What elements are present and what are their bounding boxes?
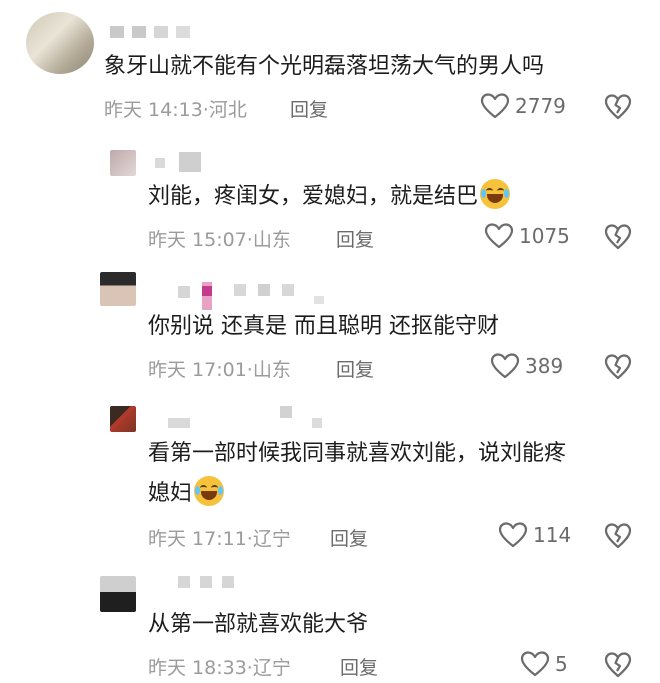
dislike-button[interactable] (604, 651, 632, 683)
dislike-button[interactable] (604, 93, 632, 125)
username[interactable] (155, 152, 215, 172)
avatar[interactable] (110, 150, 136, 176)
comment-location: 辽宁 (252, 528, 291, 550)
like-count: 5 (555, 652, 568, 676)
dislike-button[interactable] (604, 522, 632, 554)
comment-time: 昨天 14:13 (104, 99, 203, 121)
comment-location: 山东 (252, 359, 291, 381)
comment-meta: 昨天 17:11·辽宁 (148, 524, 291, 551)
avatar[interactable] (110, 406, 136, 432)
broken-heart-icon (604, 522, 632, 550)
broken-heart-icon (604, 353, 632, 381)
comment-meta: 昨天 17:01·山东 (148, 355, 291, 382)
comment-location: 河北 (208, 99, 247, 121)
laugh-cry-emoji (480, 179, 511, 209)
reply-item: 刘能，疼闺女，爱媳妇，就是结巴 昨天 15:07·山东 回复 1075 (0, 130, 660, 260)
comment-text-line1: 看第一部时候我同事就喜欢刘能，说刘能疼 (148, 441, 567, 466)
like-count: 1075 (519, 224, 570, 248)
comment-item: 象牙山就不能有个光明磊落坦荡大气的男人吗 昨天 14:13·河北 回复 2779 (0, 0, 660, 130)
reply-item: 看第一部时候我同事就喜欢刘能，说刘能疼 媳妇 昨天 17:11·辽宁 回复 11… (0, 390, 660, 570)
heart-outline-icon (490, 352, 520, 380)
comment-meta: 昨天 15:07·山东 (148, 225, 291, 252)
comment-location: 山东 (252, 229, 291, 251)
comment-time: 昨天 17:01 (148, 359, 247, 381)
reply-item: 从第一部就喜欢能大爷 昨天 18:33·辽宁 回复 5 (0, 570, 660, 679)
comment-time: 昨天 17:11 (148, 528, 247, 550)
like-button[interactable]: 114 (498, 521, 571, 549)
reply-button[interactable]: 回复 (336, 225, 374, 252)
laugh-cry-emoji (194, 476, 225, 506)
comment-meta: 昨天 14:13·河北 (104, 95, 247, 122)
comment-text-line2: 媳妇 (148, 481, 193, 506)
username[interactable] (178, 576, 238, 590)
dislike-button[interactable] (604, 353, 632, 385)
comment-time: 昨天 18:33 (148, 657, 247, 679)
username[interactable] (168, 404, 328, 434)
reply-item: 你别说 还真是 而且聪明 还抠能守财 昨天 17:01·山东 回复 389 (0, 260, 660, 390)
heart-outline-icon (498, 521, 528, 549)
heart-outline-icon (484, 222, 514, 250)
like-button[interactable]: 2779 (480, 92, 566, 120)
comment-text: 象牙山就不能有个光明磊落坦荡大气的男人吗 (104, 54, 545, 79)
like-button[interactable]: 5 (520, 650, 568, 678)
like-button[interactable]: 1075 (484, 222, 570, 250)
username[interactable] (110, 26, 190, 40)
dislike-button[interactable] (604, 223, 632, 255)
comment-meta: 昨天 18:33·辽宁 (148, 653, 291, 680)
username[interactable] (178, 282, 328, 310)
like-count: 2779 (515, 94, 566, 118)
comment-time: 昨天 15:07 (148, 229, 247, 251)
avatar[interactable] (100, 576, 136, 612)
comment-location: 辽宁 (252, 657, 291, 679)
like-count: 389 (525, 354, 564, 378)
heart-outline-icon (480, 92, 510, 120)
reply-button[interactable]: 回复 (340, 653, 378, 680)
broken-heart-icon (604, 93, 632, 121)
comment-text-content: 刘能，疼闺女，爱媳妇，就是结巴 (148, 184, 479, 209)
like-button[interactable]: 389 (490, 352, 563, 380)
comment-text: 从第一部就喜欢能大爷 (148, 612, 369, 637)
reply-button[interactable]: 回复 (336, 355, 374, 382)
broken-heart-icon (604, 651, 632, 679)
comment-text: 刘能，疼闺女，爱媳妇，就是结巴 (148, 178, 511, 216)
reply-button[interactable]: 回复 (330, 524, 368, 551)
comment-text: 媳妇 (148, 475, 225, 513)
reply-button[interactable]: 回复 (290, 95, 328, 122)
heart-outline-icon (520, 650, 550, 678)
like-count: 114 (533, 523, 572, 547)
avatar[interactable] (26, 12, 94, 74)
broken-heart-icon (604, 223, 632, 251)
comment-text: 你别说 还真是 而且聪明 还抠能守财 (148, 314, 499, 339)
avatar[interactable] (100, 272, 136, 306)
